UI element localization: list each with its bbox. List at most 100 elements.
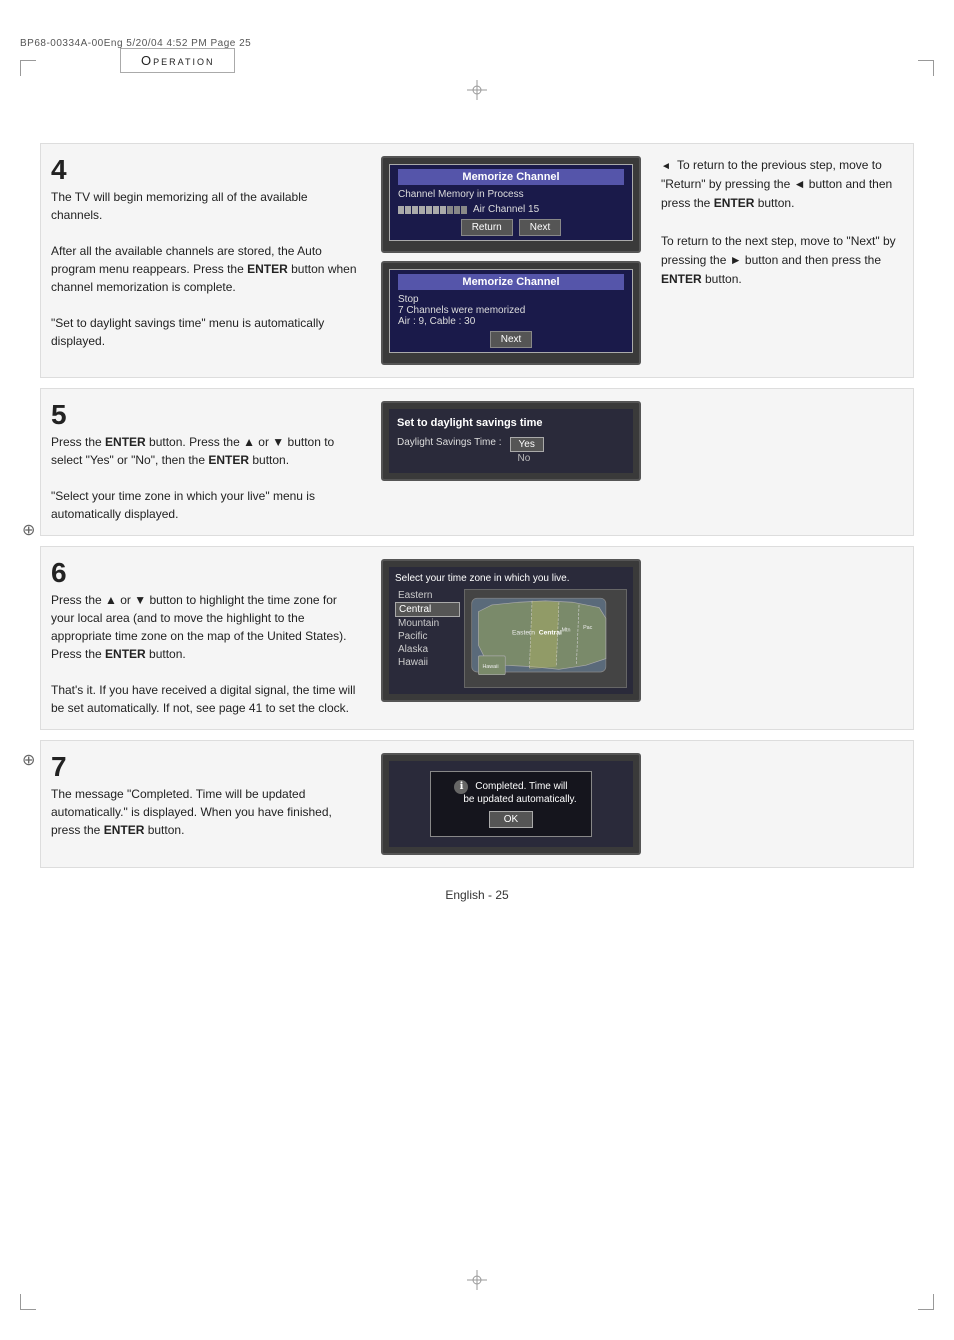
next-button-1[interactable]: Next xyxy=(519,219,562,236)
step-6-content: Press the ▲ or ▼ button to highlight the… xyxy=(51,591,361,717)
stop-line1: Stop xyxy=(398,294,624,305)
crosshair-top xyxy=(467,80,487,100)
channel-label: Air Channel 15 xyxy=(473,204,539,215)
corner-mark-tr xyxy=(918,60,934,76)
step-6-right xyxy=(661,559,903,717)
step-4-notes: ◄ To return to the previous step, move t… xyxy=(661,156,903,289)
memorize-channel-dialog-2: Memorize Channel Stop 7 Channels were me… xyxy=(389,269,633,353)
timezone-layout: Eastern Central Mountain Pacific Alaska … xyxy=(395,589,627,688)
dialog-1-title: Memorize Channel xyxy=(398,169,624,185)
svg-text:Pac: Pac xyxy=(583,625,593,631)
file-info: BP68-00334A-00Eng 5/20/04 4:52 PM Page 2… xyxy=(20,38,251,49)
dialog-1-line1: Channel Memory in Process xyxy=(398,189,624,200)
completed-screen: ℹ Completed. Time will be updated automa… xyxy=(389,761,633,847)
us-map-svg: Eastern Central Mtn Pac Hawaii xyxy=(465,590,626,687)
tz-alaska[interactable]: Alaska xyxy=(395,643,460,656)
timezone-list: Eastern Central Mountain Pacific Alaska … xyxy=(395,589,460,688)
seg9 xyxy=(454,206,460,214)
step-7-number: 7 xyxy=(51,753,361,781)
step-6-screen-container: Select your time zone in which you live.… xyxy=(381,559,641,717)
completed-line2: be updated automatically. xyxy=(445,794,576,805)
step-4-screens: Memorize Channel Channel Memory in Proce… xyxy=(381,156,641,365)
svg-text:Hawaii: Hawaii xyxy=(482,664,498,670)
step-7-text: 7 The message "Completed. Time will be u… xyxy=(51,753,361,855)
memorize-channel-dialog-1: Memorize Channel Channel Memory in Proce… xyxy=(389,164,633,241)
bullet-icon-1: ◄ xyxy=(661,161,671,172)
seg7 xyxy=(440,206,446,214)
stop-box: Stop 7 Channels were memorized Air : 9, … xyxy=(398,294,624,327)
svg-text:Mtn: Mtn xyxy=(562,628,571,634)
daylight-row: Daylight Savings Time : Yes No xyxy=(397,437,625,465)
dialog-1-buttons: Return Next xyxy=(398,219,624,236)
dialog-2-title: Memorize Channel xyxy=(398,274,624,290)
page-number: English - 25 xyxy=(40,888,914,902)
step-4-section: 4 The TV will begin memorizing all of th… xyxy=(40,143,914,378)
step-5-screen-container: Set to daylight savings time Daylight Sa… xyxy=(381,401,641,523)
step-7-screen: ℹ Completed. Time will be updated automa… xyxy=(381,753,641,855)
step-7-screen-container: ℹ Completed. Time will be updated automa… xyxy=(381,753,641,855)
step-7-content: The message "Completed. Time will be upd… xyxy=(51,785,361,839)
info-icon: ℹ xyxy=(454,780,468,794)
tz-hawaii[interactable]: Hawaii xyxy=(395,656,460,669)
seg2 xyxy=(405,206,411,214)
dialog-2-buttons: Next xyxy=(398,331,624,348)
step-4-screen2: Memorize Channel Stop 7 Channels were me… xyxy=(381,261,641,365)
step-5-screen: Set to daylight savings time Daylight Sa… xyxy=(381,401,641,481)
progress-container: Air Channel 15 xyxy=(398,204,624,215)
seg3 xyxy=(412,206,418,214)
step-4-screen1: Memorize Channel Channel Memory in Proce… xyxy=(381,156,641,253)
tz-central[interactable]: Central xyxy=(395,602,460,617)
left-margin-arrow-1: ⊕ xyxy=(22,520,35,540)
return-button[interactable]: Return xyxy=(461,219,513,236)
step-5-section: 5 Press the ENTER button. Press the ▲ or… xyxy=(40,388,914,536)
no-option[interactable]: No xyxy=(510,452,544,465)
step-5-text: 5 Press the ENTER button. Press the ▲ or… xyxy=(51,401,361,523)
us-map: Eastern Central Mtn Pac Hawaii xyxy=(464,589,627,688)
completed-message: ℹ Completed. Time will be updated automa… xyxy=(445,780,576,805)
progress-bar xyxy=(398,206,467,214)
corner-mark-tl xyxy=(20,60,36,76)
crosshair-bottom xyxy=(467,1270,487,1290)
seg10 xyxy=(461,206,467,214)
step-6-number: 6 xyxy=(51,559,361,587)
step-7-right xyxy=(661,753,903,855)
timezone-screen: Select your time zone in which you live.… xyxy=(389,567,633,694)
daylight-title: Set to daylight savings time xyxy=(397,417,625,429)
svg-text:Eastern: Eastern xyxy=(512,629,535,636)
step-6-section: 6 Press the ▲ or ▼ button to highlight t… xyxy=(40,546,914,730)
step-4-note-2: To return to the next step, move to "Nex… xyxy=(661,232,903,290)
step-5-content: Press the ENTER button. Press the ▲ or ▼… xyxy=(51,433,361,523)
next-button-2[interactable]: Next xyxy=(490,331,533,348)
tz-eastern[interactable]: Eastern xyxy=(395,589,460,602)
step-4-note-1: ◄ To return to the previous step, move t… xyxy=(661,156,903,214)
seg1 xyxy=(398,206,404,214)
daylight-label: Daylight Savings Time : xyxy=(397,437,502,448)
completed-line1: Completed. Time will xyxy=(475,781,567,792)
step-4-text: 4 The TV will begin memorizing all of th… xyxy=(51,156,361,350)
seg6 xyxy=(433,206,439,214)
svg-text:Central: Central xyxy=(539,629,562,636)
completed-dialog: ℹ Completed. Time will be updated automa… xyxy=(430,771,591,837)
tz-mountain[interactable]: Mountain xyxy=(395,617,460,630)
tz-pacific[interactable]: Pacific xyxy=(395,630,460,643)
yes-no-options: Yes No xyxy=(510,437,544,465)
seg8 xyxy=(447,206,453,214)
step-4-number: 4 xyxy=(51,156,361,184)
left-margin-arrow-2: ⊕ xyxy=(22,750,35,770)
step-5-number: 5 xyxy=(51,401,361,429)
ok-button[interactable]: OK xyxy=(489,811,533,828)
seg5 xyxy=(426,206,432,214)
corner-mark-bl xyxy=(20,1294,36,1310)
step-6-screen: Select your time zone in which you live.… xyxy=(381,559,641,702)
step-7-section: 7 The message "Completed. Time will be u… xyxy=(40,740,914,868)
page-header: Operation xyxy=(120,48,235,73)
stop-line2: 7 Channels were memorized xyxy=(398,305,624,316)
step-5-right xyxy=(661,401,903,523)
step-6-text: 6 Press the ▲ or ▼ button to highlight t… xyxy=(51,559,361,717)
stop-line3: Air : 9, Cable : 30 xyxy=(398,316,624,327)
step-4-content: The TV will begin memorizing all of the … xyxy=(51,188,361,350)
timezone-screen-title: Select your time zone in which you live. xyxy=(395,573,627,584)
yes-option[interactable]: Yes xyxy=(510,437,544,452)
corner-mark-br xyxy=(918,1294,934,1310)
seg4 xyxy=(419,206,425,214)
